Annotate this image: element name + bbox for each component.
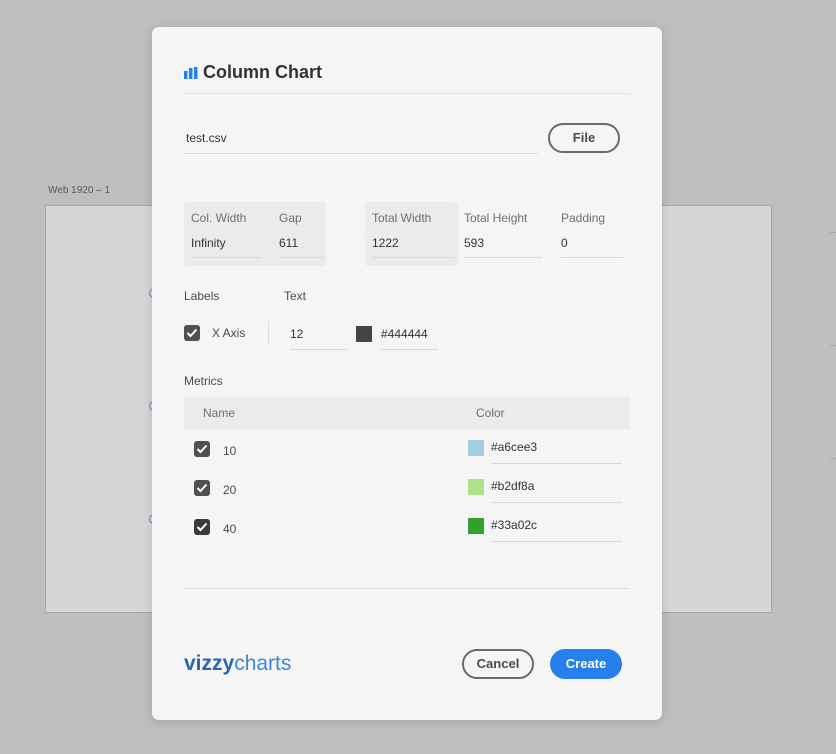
padding-label: Padding (561, 211, 606, 225)
column-size-group: Col. Width Infinity Gap 611 (184, 202, 326, 266)
total-width-label: Total Width (372, 211, 432, 225)
text-color-swatch[interactable] (356, 326, 372, 342)
metrics-table-header: Name Color (184, 397, 630, 429)
col-width-field[interactable]: Col. Width Infinity (191, 202, 261, 266)
metric-row: 10 #a6cee3 (184, 429, 630, 468)
file-name-field[interactable]: test.csv (184, 127, 538, 154)
checkmark-icon (186, 328, 198, 338)
x-axis-label: X Axis (212, 326, 246, 340)
metric-row: 40 #33a02c (184, 507, 630, 546)
checkmark-icon (196, 483, 208, 493)
vizzycharts-logo: vizzycharts (184, 652, 291, 676)
dimensions-row: Col. Width Infinity Gap 611 Total Width … (184, 202, 630, 268)
create-button[interactable]: Create (550, 649, 622, 679)
metric-name: 40 (223, 522, 237, 536)
dialog-header: Column Chart (184, 61, 630, 94)
metric-checkbox[interactable] (194, 480, 210, 496)
font-size-input[interactable]: 12 (290, 323, 347, 350)
text-section-label: Text (284, 289, 307, 303)
gap-input[interactable]: 611 (279, 232, 323, 258)
x-axis-checkbox[interactable] (184, 325, 200, 341)
cancel-button[interactable]: Cancel (462, 649, 534, 679)
metric-color-swatch[interactable] (468, 518, 484, 534)
metric-name: 10 (223, 444, 237, 458)
metric-row: 20 #b2df8a (184, 468, 630, 507)
col-width-input[interactable]: Infinity (191, 232, 261, 258)
total-height-field[interactable]: Total Height 593 (464, 202, 542, 266)
ruler-tick (830, 345, 836, 346)
footer-divider (184, 588, 630, 589)
gap-field[interactable]: Gap 611 (279, 202, 323, 266)
artboard-label: Web 1920 – 1 (48, 185, 111, 196)
column-chart-dialog: Column Chart test.csv File Col. Width In… (152, 27, 662, 720)
metric-checkbox[interactable] (194, 519, 210, 535)
bar-chart-icon (184, 67, 198, 79)
labels-section-label: Labels (184, 289, 220, 303)
labels-separator (268, 321, 269, 345)
ruler-tick (830, 232, 836, 233)
logo-part-vizzy: vizzy (184, 652, 235, 675)
metric-color-input[interactable]: #b2df8a (491, 475, 622, 503)
padding-field[interactable]: Padding 0 (561, 202, 623, 266)
total-width-field[interactable]: Total Width 1222 (372, 202, 454, 266)
total-height-label: Total Height (464, 211, 528, 225)
col-width-label: Col. Width (191, 211, 247, 225)
logo-part-charts: charts (234, 652, 292, 675)
file-button[interactable]: File (548, 123, 620, 153)
text-color-input[interactable]: #444444 (381, 323, 438, 350)
metrics-section-label: Metrics (184, 374, 223, 388)
gap-label: Gap (279, 211, 302, 225)
metric-name: 20 (223, 483, 237, 497)
checkmark-icon (196, 522, 208, 532)
ruler-tick (830, 458, 836, 459)
name-column-header: Name (203, 406, 236, 420)
color-column-header: Color (476, 406, 505, 420)
metric-color-input[interactable]: #33a02c (491, 514, 622, 542)
checkmark-icon (196, 444, 208, 454)
dialog-title: Column Chart (203, 62, 322, 82)
file-row: test.csv File (184, 123, 630, 157)
padding-input[interactable]: 0 (561, 232, 623, 258)
total-width-group: Total Width 1222 (365, 202, 458, 266)
metric-color-swatch[interactable] (468, 479, 484, 495)
total-height-input[interactable]: 593 (464, 232, 542, 258)
metric-color-swatch[interactable] (468, 440, 484, 456)
metric-color-input[interactable]: #a6cee3 (491, 436, 622, 464)
metric-checkbox[interactable] (194, 441, 210, 457)
total-width-input[interactable]: 1222 (372, 232, 454, 258)
